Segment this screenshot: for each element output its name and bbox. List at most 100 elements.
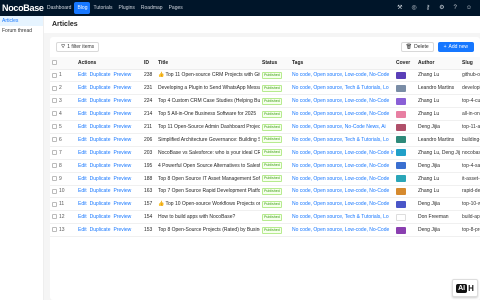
cover-thumbnail[interactable] bbox=[396, 136, 406, 144]
edit-link[interactable]: Edit bbox=[78, 98, 87, 104]
preview-link[interactable]: Preview bbox=[113, 227, 131, 233]
preview-link[interactable]: Preview bbox=[113, 85, 131, 91]
cover-thumbnail[interactable] bbox=[396, 97, 406, 105]
col-tags[interactable]: Tags bbox=[290, 57, 394, 70]
table-row[interactable]: 11 Edit Duplicate Preview 157 👍 Top 10 Open-s… bbox=[50, 197, 480, 212]
row-checkbox[interactable] bbox=[52, 188, 57, 194]
edit-link[interactable]: Edit bbox=[78, 176, 87, 182]
duplicate-link[interactable]: Duplicate bbox=[90, 163, 111, 169]
nav-item-blog[interactable]: Blog bbox=[74, 2, 91, 14]
preview-link[interactable]: Preview bbox=[113, 201, 131, 207]
preview-link[interactable]: Preview bbox=[113, 214, 131, 220]
table-row[interactable]: 3 Edit Duplicate Preview 224 Top 4 Custom CRM… bbox=[50, 94, 480, 109]
edit-link[interactable]: Edit bbox=[78, 72, 87, 78]
col-author[interactable]: Author bbox=[416, 57, 460, 70]
col-cover[interactable]: Cover bbox=[394, 57, 416, 70]
cover-thumbnail[interactable] bbox=[396, 187, 406, 195]
nav-item-pages[interactable]: Pages bbox=[166, 2, 186, 14]
sidebar-item-articles[interactable]: Articles bbox=[0, 16, 43, 26]
table-row[interactable]: 1 Edit Duplicate Preview 238 👍 Top 11 Open-so… bbox=[50, 69, 480, 83]
duplicate-link[interactable]: Duplicate bbox=[90, 124, 111, 130]
row-checkbox[interactable] bbox=[52, 85, 57, 91]
dart-icon[interactable]: ◎ bbox=[411, 0, 416, 16]
user-icon[interactable]: ☺ bbox=[466, 0, 472, 16]
nav-item-dashboard[interactable]: Dashboard bbox=[44, 2, 74, 14]
edit-link[interactable]: Edit bbox=[78, 201, 87, 207]
select-all-checkbox[interactable] bbox=[52, 59, 57, 65]
duplicate-link[interactable]: Duplicate bbox=[90, 201, 111, 207]
duplicate-link[interactable]: Duplicate bbox=[90, 176, 111, 182]
delete-button[interactable]: 🗑 Delete bbox=[400, 42, 434, 52]
duplicate-link[interactable]: Duplicate bbox=[90, 85, 111, 91]
preview-link[interactable]: Preview bbox=[113, 124, 131, 130]
table-row[interactable]: 5 Edit Duplicate Preview 211 Top 11 Open-Sour… bbox=[50, 120, 480, 134]
key-icon[interactable]: ⚷ bbox=[426, 0, 430, 16]
settings-icon[interactable]: ⚙ bbox=[439, 0, 444, 16]
select-all-header[interactable] bbox=[50, 57, 76, 70]
edit-link[interactable]: Edit bbox=[78, 163, 87, 169]
row-checkbox[interactable] bbox=[52, 98, 57, 104]
edit-link[interactable]: Edit bbox=[78, 188, 87, 194]
cover-thumbnail[interactable] bbox=[396, 149, 406, 157]
table-row[interactable]: 10 Edit Duplicate Preview 163 Top 7 Open Sour… bbox=[50, 185, 480, 199]
preview-link[interactable]: Preview bbox=[113, 98, 131, 104]
preview-link[interactable]: Preview bbox=[113, 111, 131, 117]
preview-link[interactable]: Preview bbox=[113, 72, 131, 78]
cover-thumbnail[interactable] bbox=[396, 213, 406, 221]
filter-button[interactable]: ⛛ 1 filter items bbox=[56, 42, 100, 52]
col-slug[interactable]: Slug bbox=[460, 57, 480, 70]
row-checkbox[interactable] bbox=[52, 137, 57, 143]
row-checkbox[interactable] bbox=[52, 162, 57, 168]
edit-link[interactable]: Edit bbox=[78, 85, 87, 91]
row-checkbox[interactable] bbox=[52, 175, 57, 181]
duplicate-link[interactable]: Duplicate bbox=[90, 188, 111, 194]
cover-thumbnail[interactable] bbox=[396, 110, 406, 118]
table-row[interactable]: 13 Edit Duplicate Preview 153 Top 8 Open-Sour… bbox=[50, 223, 480, 238]
duplicate-link[interactable]: Duplicate bbox=[90, 98, 111, 104]
app-logo[interactable]: NocoBase bbox=[0, 0, 44, 16]
row-checkbox[interactable] bbox=[52, 227, 57, 233]
cover-thumbnail[interactable] bbox=[396, 200, 406, 208]
edit-link[interactable]: Edit bbox=[78, 227, 87, 233]
nav-item-plugins[interactable]: Plugins bbox=[115, 2, 137, 14]
duplicate-link[interactable]: Duplicate bbox=[90, 111, 111, 117]
edit-link[interactable]: Edit bbox=[78, 124, 87, 130]
row-checkbox[interactable] bbox=[52, 149, 57, 155]
cover-thumbnail[interactable] bbox=[396, 175, 406, 183]
duplicate-link[interactable]: Duplicate bbox=[90, 214, 111, 220]
nav-item-tutorials[interactable]: Tutorials bbox=[90, 2, 115, 14]
duplicate-link[interactable]: Duplicate bbox=[90, 227, 111, 233]
edit-link[interactable]: Edit bbox=[78, 137, 87, 143]
edit-link[interactable]: Edit bbox=[78, 150, 87, 156]
col-status[interactable]: Status bbox=[260, 57, 290, 70]
add-new-button[interactable]: + Add new bbox=[437, 42, 474, 52]
duplicate-link[interactable]: Duplicate bbox=[90, 150, 111, 156]
preview-link[interactable]: Preview bbox=[113, 163, 131, 169]
preview-link[interactable]: Preview bbox=[113, 176, 131, 182]
wrench-icon[interactable]: ⚒ bbox=[397, 0, 402, 16]
cover-thumbnail[interactable] bbox=[396, 71, 406, 79]
preview-link[interactable]: Preview bbox=[113, 137, 131, 143]
duplicate-link[interactable]: Duplicate bbox=[90, 72, 111, 78]
row-checkbox[interactable] bbox=[52, 201, 57, 207]
cover-thumbnail[interactable] bbox=[396, 226, 406, 234]
cover-thumbnail[interactable] bbox=[396, 123, 406, 131]
row-checkbox[interactable] bbox=[52, 72, 57, 78]
duplicate-link[interactable]: Duplicate bbox=[90, 137, 111, 143]
nav-item-roadmap[interactable]: Roadmap bbox=[138, 2, 166, 14]
table-row[interactable]: 7 Edit Duplicate Preview 203 NocoBase vs Sale… bbox=[50, 146, 480, 160]
cover-thumbnail[interactable] bbox=[396, 84, 406, 92]
table-row[interactable]: 12 Edit Duplicate Preview 154 How to build ap… bbox=[50, 210, 480, 225]
help-icon[interactable]: ? bbox=[454, 0, 457, 16]
table-row[interactable]: 6 Edit Duplicate Preview 206 Simplified Archi… bbox=[50, 133, 480, 147]
sidebar-item-forum-thread[interactable]: Forum thread bbox=[0, 26, 43, 36]
row-checkbox[interactable] bbox=[52, 124, 57, 130]
row-checkbox[interactable] bbox=[52, 111, 57, 117]
table-row[interactable]: 8 Edit Duplicate Preview 195 4 Powerful Open … bbox=[50, 159, 480, 173]
table-row[interactable]: 2 Edit Duplicate Preview 231 Developing a Plu… bbox=[50, 81, 480, 96]
col-id[interactable]: ID bbox=[142, 57, 156, 70]
preview-link[interactable]: Preview bbox=[113, 188, 131, 194]
table-row[interactable]: 4 Edit Duplicate Preview 214 Top 5 All-in-One… bbox=[50, 107, 480, 122]
row-checkbox[interactable] bbox=[52, 214, 57, 220]
cover-thumbnail[interactable] bbox=[396, 162, 406, 170]
